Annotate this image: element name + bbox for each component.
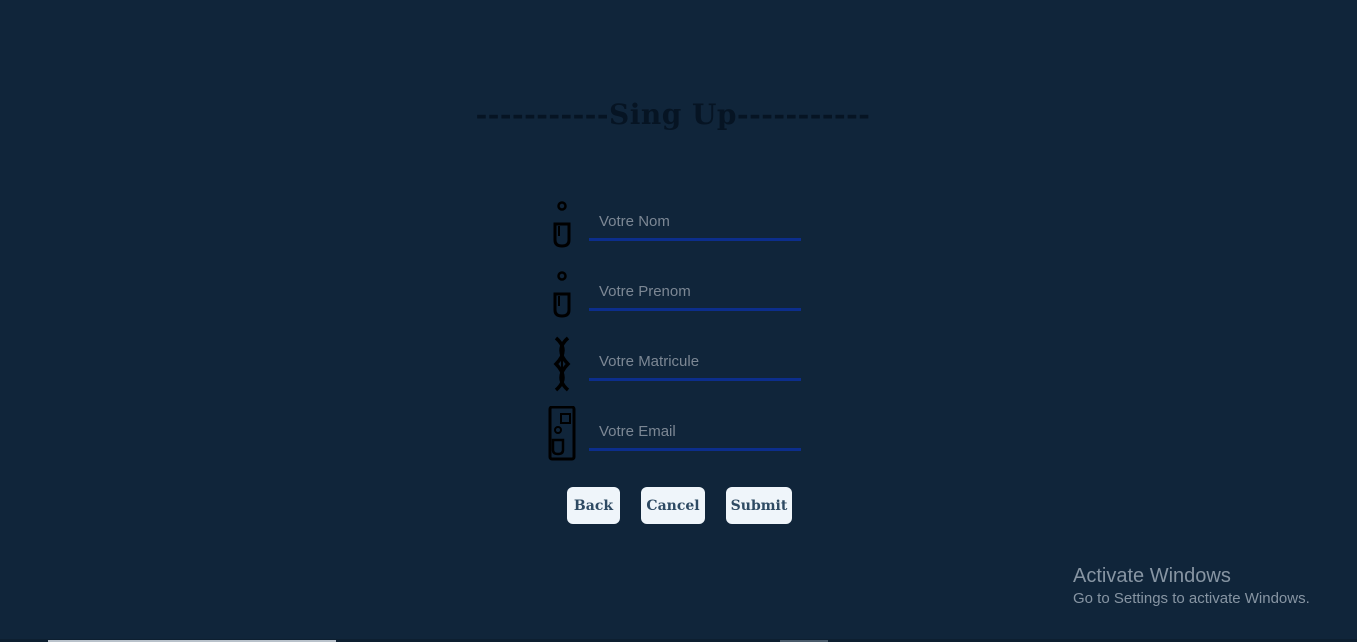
activation-watermark: Activate Windows Go to Settings to activ… (1073, 564, 1310, 609)
nom-input[interactable] (589, 204, 801, 238)
id-card-icon (548, 406, 576, 462)
prenom-field-wrapper (589, 274, 801, 311)
watermark-title: Activate Windows (1073, 565, 1231, 587)
prenom-input[interactable] (589, 274, 801, 308)
email-input[interactable] (589, 414, 801, 448)
matricule-input[interactable] (589, 344, 801, 378)
form-row-nom (548, 196, 808, 256)
user-icon (548, 196, 576, 252)
page-title: -----------Sing Up----------- (475, 98, 871, 131)
watermark-subtitle: Go to Settings to activate Windows. (1073, 590, 1310, 607)
form-row-matricule (548, 336, 808, 396)
submit-button[interactable]: Submit (726, 487, 792, 524)
fingerprint-icon (548, 336, 576, 392)
matricule-field-wrapper (589, 344, 801, 381)
email-field-wrapper (589, 414, 801, 451)
back-button[interactable]: Back (567, 487, 620, 524)
cancel-button[interactable]: Cancel (641, 487, 705, 524)
nom-field-wrapper (589, 204, 801, 241)
form-row-email (548, 406, 808, 466)
user-icon (548, 266, 576, 322)
form-row-prenom (548, 266, 808, 326)
